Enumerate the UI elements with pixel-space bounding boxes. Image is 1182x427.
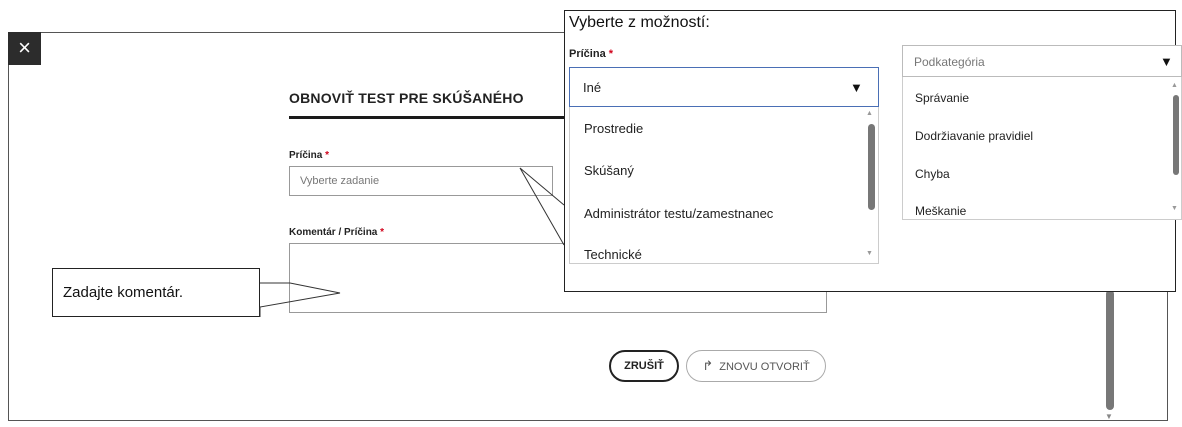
subcategory-options-list: Správanie Dodržiavanie pravidiel Chyba M… [902,77,1182,220]
chevron-down-icon[interactable]: ▼ [850,80,863,95]
reason-zoom-line-bottom [519,167,565,246]
scroll-up-icon[interactable]: ▲ [1171,82,1178,89]
list-item[interactable]: Administrátor testu/zamestnanec [584,206,773,221]
list-item[interactable]: Prostredie [584,121,643,136]
scroll-up-icon[interactable]: ▲ [866,110,873,117]
panel-reason-label-text: Príčina [569,48,606,60]
list-item[interactable]: Chyba [915,167,950,181]
panel-title: Vyberte z možností: [569,14,710,31]
comment-callout-pointer [259,282,341,317]
list-item[interactable]: Meškanie [915,204,966,218]
chevron-down-icon[interactable]: ▼ [1160,54,1173,69]
required-mark: * [608,48,614,60]
list-item[interactable]: Skúšaný [584,163,634,178]
reason-dropdown[interactable] [569,67,879,107]
subcategory-scrollbar[interactable] [1173,95,1179,175]
scroll-down-icon[interactable]: ▼ [1171,205,1178,212]
list-item[interactable]: Dodržiavanie pravidiel [915,129,1033,143]
reason-zoom-line-top [519,167,565,206]
scroll-down-icon[interactable]: ▼ [866,250,873,257]
list-item[interactable]: Technické [584,247,642,262]
reason-options-list: Prostredie Skúšaný Administrátor testu/z… [569,107,879,264]
list-item[interactable]: Správanie [915,91,969,105]
reason-dropdown-value: Iné [583,80,602,95]
subcategory-placeholder: Podkategória [914,55,985,69]
options-scrollbar[interactable] [868,124,875,210]
panel-reason-label: Príčina * [569,48,613,60]
